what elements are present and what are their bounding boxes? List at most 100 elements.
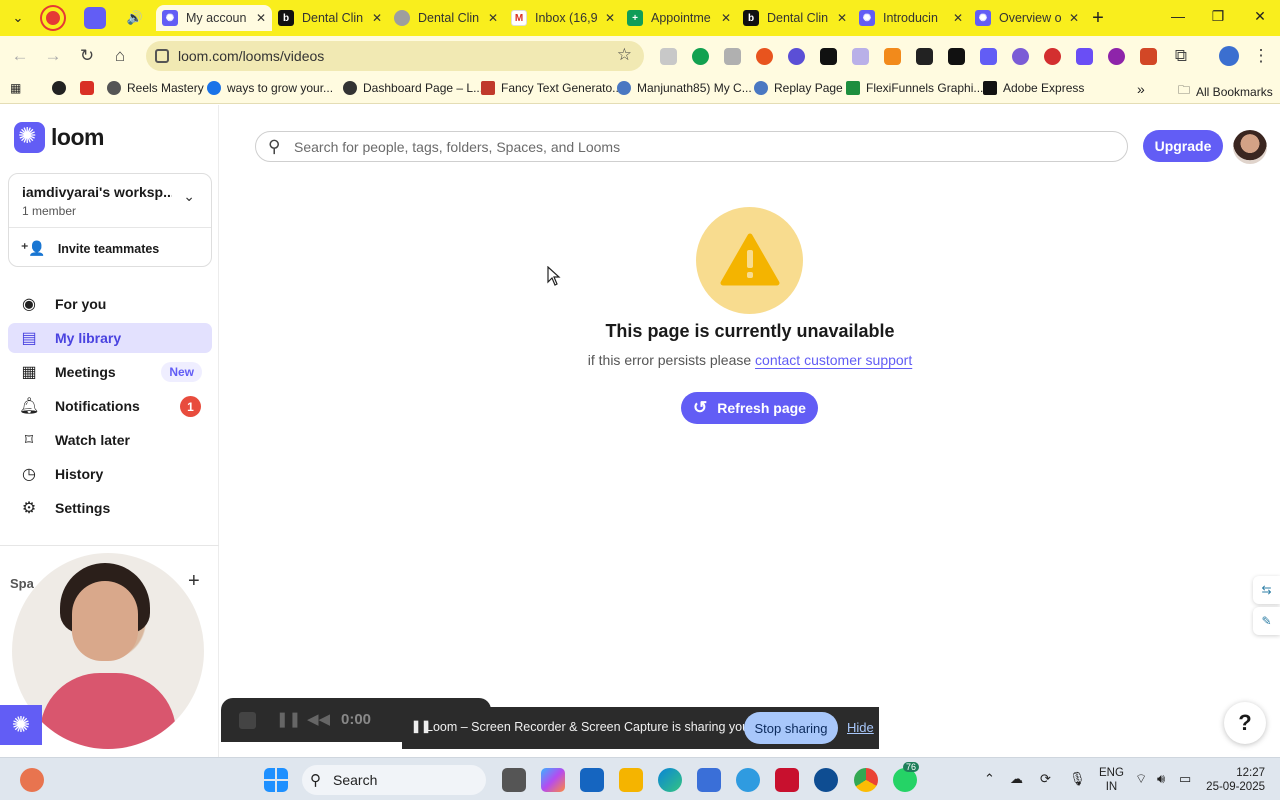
wifi-icon[interactable]: ⌔ bbox=[1135, 771, 1147, 787]
site-info-icon[interactable] bbox=[155, 49, 169, 63]
close-icon[interactable]: ✕ bbox=[953, 11, 963, 25]
stop-sharing-button[interactable]: Stop sharing bbox=[744, 712, 838, 744]
hide-notice-link[interactable]: Hide bbox=[847, 720, 874, 735]
minimize-icon[interactable]: — bbox=[1168, 8, 1188, 24]
bookmark-dashboard-page[interactable]: Dashboard Page – L... bbox=[343, 81, 483, 95]
profile-icon[interactable] bbox=[1219, 46, 1239, 66]
tray-app-icon[interactable]: ⟳ bbox=[1040, 771, 1051, 787]
extension-circle-icon[interactable] bbox=[1108, 48, 1125, 65]
side-panel-pen-icon[interactable]: ✎ bbox=[1253, 607, 1280, 635]
outlook-icon[interactable] bbox=[580, 768, 604, 792]
bookmark-globe-icon[interactable] bbox=[52, 81, 72, 95]
chrome-icon[interactable] bbox=[854, 768, 878, 792]
forward-arrow-icon[interactable]: → bbox=[42, 45, 64, 67]
task-view-icon[interactable] bbox=[502, 768, 526, 792]
sidebar-item-my-library[interactable]: ▤ My library bbox=[8, 323, 212, 353]
extension-mail-icon[interactable] bbox=[852, 48, 869, 65]
new-tab-plus-icon[interactable]: + bbox=[1086, 6, 1110, 30]
loom-logo[interactable]: loom bbox=[14, 122, 104, 153]
invite-teammates-button[interactable]: ⁺👤 Invite teammates bbox=[21, 240, 159, 257]
close-icon[interactable]: ✕ bbox=[372, 11, 382, 25]
bookmark-replay-page[interactable]: Replay Page bbox=[754, 81, 843, 95]
globe-app-icon[interactable] bbox=[814, 768, 838, 792]
bookmark-flexifunnels[interactable]: FlexiFunnels Graphi... bbox=[846, 81, 983, 95]
extension-bolt-icon[interactable] bbox=[1076, 48, 1093, 65]
sidebar-item-watch-later[interactable]: ⌑ Watch later bbox=[8, 425, 212, 455]
extension-loom-icon[interactable] bbox=[980, 48, 997, 65]
restart-recording-icon[interactable]: ◀◀ bbox=[307, 710, 330, 728]
contact-support-link[interactable]: contact customer support bbox=[755, 352, 912, 368]
close-icon[interactable]: ✕ bbox=[837, 11, 847, 25]
bookmark-star-icon[interactable]: ☆ bbox=[617, 45, 632, 65]
edge-icon[interactable] bbox=[658, 768, 682, 792]
tab-dental-clinic-1[interactable]: b Dental Clin ✕ bbox=[272, 5, 388, 31]
tab-appointments[interactable]: + Appointme ✕ bbox=[621, 5, 737, 31]
volume-icon[interactable]: 🔊︎ bbox=[1157, 771, 1165, 787]
address-bar[interactable]: loom.com/looms/videos ☆ bbox=[146, 41, 644, 71]
pinned-tab-record[interactable] bbox=[42, 7, 64, 29]
battery-icon[interactable]: ▭ bbox=[1179, 771, 1191, 787]
microphone-icon[interactable]: 🎙︎ bbox=[1069, 771, 1086, 787]
extension-chart-icon[interactable] bbox=[916, 48, 933, 65]
file-explorer-icon[interactable] bbox=[619, 768, 643, 792]
onedrive-cloud-icon[interactable]: ☁ bbox=[1010, 771, 1023, 787]
side-panel-collapse-icon[interactable]: ⇆ bbox=[1253, 576, 1280, 604]
home-icon[interactable]: ⌂ bbox=[109, 45, 131, 67]
widgets-icon[interactable] bbox=[20, 768, 44, 792]
kebab-menu-icon[interactable]: ⋮ bbox=[1250, 45, 1272, 67]
extensions-puzzle-icon[interactable]: ⧉ bbox=[1170, 45, 1192, 67]
store-icon[interactable] bbox=[697, 768, 721, 792]
tab-inbox[interactable]: M Inbox (16,9 ✕ bbox=[505, 5, 621, 31]
sidebar-item-for-you[interactable]: ◉ For you bbox=[8, 289, 212, 319]
add-space-plus-icon[interactable]: + bbox=[188, 570, 200, 593]
close-icon[interactable]: ✕ bbox=[1069, 11, 1079, 25]
taskbar-search[interactable]: ⚲ Search bbox=[302, 765, 486, 795]
close-icon[interactable]: ✕ bbox=[488, 11, 498, 25]
stop-recording-icon[interactable] bbox=[239, 712, 256, 729]
extension-g-icon[interactable] bbox=[1044, 48, 1061, 65]
sidebar-item-meetings[interactable]: ▦ Meetings New bbox=[8, 357, 212, 387]
extension-face-icon[interactable] bbox=[788, 48, 805, 65]
mcafee-icon[interactable] bbox=[775, 768, 799, 792]
help-app-icon[interactable] bbox=[736, 768, 760, 792]
language-indicator[interactable]: ENG IN bbox=[1099, 766, 1124, 794]
audio-speaker-icon[interactable]: 🔊 bbox=[123, 6, 147, 30]
bookmark-adobe-express[interactable]: Adobe Express bbox=[983, 81, 1084, 95]
sidebar-item-settings[interactable]: ⚙ Settings bbox=[8, 493, 212, 523]
clock[interactable]: 12:27 25-09-2025 bbox=[1205, 766, 1265, 794]
loom-record-button[interactable]: ✺ bbox=[0, 705, 42, 745]
bookmark-fancy-text[interactable]: Fancy Text Generato... bbox=[481, 81, 622, 95]
reload-icon[interactable]: ↻ bbox=[76, 45, 98, 67]
bookmark-manjunath[interactable]: Manjunath85) My C... bbox=[617, 81, 752, 95]
windows-start-icon[interactable] bbox=[264, 768, 288, 792]
extension-play-icon[interactable] bbox=[884, 48, 901, 65]
extension-q-icon[interactable] bbox=[1012, 48, 1029, 65]
back-arrow-icon[interactable]: ← bbox=[9, 45, 31, 67]
bookmarks-overflow-icon[interactable]: » bbox=[1137, 81, 1145, 97]
chevron-down-icon[interactable]: ⌄ bbox=[183, 188, 195, 205]
refresh-page-button[interactable]: ↺ Refresh page bbox=[681, 392, 818, 424]
extension-s-icon[interactable] bbox=[948, 48, 965, 65]
sidebar-item-notifications[interactable]: 🔔︎ Notifications 1 bbox=[8, 391, 212, 421]
extension-green-icon[interactable] bbox=[692, 48, 709, 65]
close-icon[interactable]: ✕ bbox=[256, 11, 266, 25]
workspace-switcher[interactable]: iamdivyarai's worksp... 1 member ⌄ ⁺👤 In… bbox=[8, 173, 212, 267]
copilot-icon[interactable] bbox=[541, 768, 565, 792]
extension-u-icon[interactable] bbox=[660, 48, 677, 65]
window-close-icon[interactable]: ✕ bbox=[1250, 8, 1270, 25]
extension-plus-icon[interactable] bbox=[756, 48, 773, 65]
tab-search-chevron-icon[interactable]: ⌄ bbox=[6, 6, 30, 30]
search-bar[interactable]: ⚲ bbox=[255, 131, 1128, 162]
pinned-tab-loom[interactable] bbox=[84, 7, 106, 29]
avatar[interactable] bbox=[1233, 130, 1267, 164]
tray-overflow-chevron-icon[interactable]: ⌃ bbox=[984, 771, 995, 787]
close-icon[interactable]: ✕ bbox=[721, 11, 731, 25]
tab-dental-clinic-3[interactable]: b Dental Clin ✕ bbox=[737, 5, 853, 31]
help-question-icon[interactable]: ? bbox=[1224, 702, 1266, 744]
extension-black-icon[interactable] bbox=[820, 48, 837, 65]
restore-icon[interactable]: ❐ bbox=[1208, 8, 1228, 25]
all-bookmarks[interactable]: 🗀 All Bookmarks bbox=[1178, 81, 1273, 102]
tab-my-account[interactable]: ✺ My accoun ✕ bbox=[156, 5, 272, 31]
tab-dental-clinic-2[interactable]: Dental Clin ✕ bbox=[388, 5, 504, 31]
close-icon[interactable]: ✕ bbox=[605, 11, 615, 25]
